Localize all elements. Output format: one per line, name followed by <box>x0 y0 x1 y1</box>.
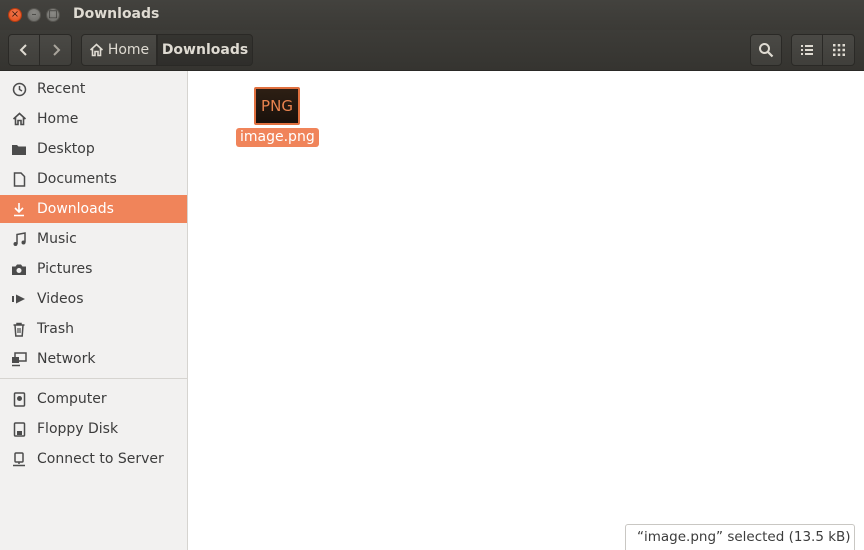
chevron-right-icon <box>52 44 60 56</box>
sidebar-item-label: Videos <box>37 291 84 307</box>
video-icon <box>10 290 28 308</box>
sidebar-item-label: Music <box>37 231 77 247</box>
download-icon <box>10 200 28 218</box>
list-view-icon <box>801 45 813 55</box>
sidebar-item-label: Trash <box>37 321 74 337</box>
sidebar-item-label: Network <box>37 351 96 367</box>
file-name-label[interactable]: image.png <box>236 128 319 147</box>
minimize-icon: – <box>31 9 37 20</box>
sidebar-item-videos[interactable]: Videos <box>0 285 187 313</box>
clock-icon <box>10 80 28 98</box>
maximize-icon: □ <box>48 9 58 20</box>
music-icon <box>10 230 28 248</box>
sidebar-item-connect-to-server[interactable]: Connect to Server <box>0 445 187 473</box>
sidebar-item-network[interactable]: Network <box>0 345 187 373</box>
status-bar: “image.png” selected (13.5 kB) <box>625 524 855 550</box>
breadcrumb-current-label: Downloads <box>161 42 249 58</box>
folder-icon <box>10 140 28 158</box>
trash-icon <box>10 320 28 338</box>
sidebar: Recent Home Desktop Documents Downloads … <box>0 71 188 550</box>
back-button[interactable] <box>8 34 40 66</box>
file-view[interactable]: PNG image.png <box>193 71 864 550</box>
sidebar-item-label: Floppy Disk <box>37 421 119 437</box>
breadcrumb-home-label: Home <box>107 42 150 58</box>
search-button[interactable] <box>750 34 782 66</box>
sidebar-item-label: Documents <box>37 171 117 187</box>
chevron-left-icon <box>19 44 27 56</box>
drive-icon <box>10 390 28 408</box>
sidebar-item-label: Downloads <box>37 201 114 217</box>
sidebar-item-recent[interactable]: Recent <box>0 75 187 103</box>
sidebar-item-label: Connect to Server <box>37 451 164 467</box>
sidebar-item-label: Home <box>37 111 79 127</box>
home-icon <box>10 110 28 128</box>
home-icon <box>89 43 103 57</box>
file-thumb-text: PNG <box>261 97 293 115</box>
sidebar-item-computer[interactable]: Computer <box>0 385 187 413</box>
server-icon <box>10 450 28 468</box>
network-icon <box>10 350 28 368</box>
forward-button[interactable] <box>40 34 72 66</box>
sidebar-divider <box>0 378 187 379</box>
sidebar-item-label: Computer <box>37 391 107 407</box>
breadcrumb-home[interactable]: Home <box>81 34 157 66</box>
minimize-window-button[interactable]: – <box>27 8 41 22</box>
grid-view-button[interactable] <box>823 34 855 66</box>
floppy-icon <box>10 420 28 438</box>
grid-view-icon <box>832 44 845 56</box>
sidebar-item-label: Desktop <box>37 141 95 157</box>
close-icon: × <box>10 9 20 20</box>
maximize-window-button[interactable]: □ <box>46 8 60 22</box>
sidebar-item-music[interactable]: Music <box>0 225 187 253</box>
title-bar: × – □ Downloads <box>0 0 864 30</box>
window-title: Downloads <box>73 6 160 22</box>
camera-icon <box>10 260 28 278</box>
sidebar-item-pictures[interactable]: Pictures <box>0 255 187 283</box>
sidebar-item-downloads[interactable]: Downloads <box>0 195 187 223</box>
document-icon <box>10 170 28 188</box>
sidebar-item-documents[interactable]: Documents <box>0 165 187 193</box>
breadcrumb-current[interactable]: Downloads <box>157 34 253 66</box>
search-icon <box>759 43 774 58</box>
toolbar: Home Downloads <box>0 30 864 71</box>
sidebar-item-home[interactable]: Home <box>0 105 187 133</box>
sidebar-item-desktop[interactable]: Desktop <box>0 135 187 163</box>
close-window-button[interactable]: × <box>8 8 22 22</box>
sidebar-item-label: Recent <box>37 81 86 97</box>
sidebar-item-floppy-disk[interactable]: Floppy Disk <box>0 415 187 443</box>
sidebar-item-trash[interactable]: Trash <box>0 315 187 343</box>
list-view-button[interactable] <box>791 34 823 66</box>
png-file-icon[interactable]: PNG <box>254 87 300 125</box>
sidebar-item-label: Pictures <box>37 261 93 277</box>
